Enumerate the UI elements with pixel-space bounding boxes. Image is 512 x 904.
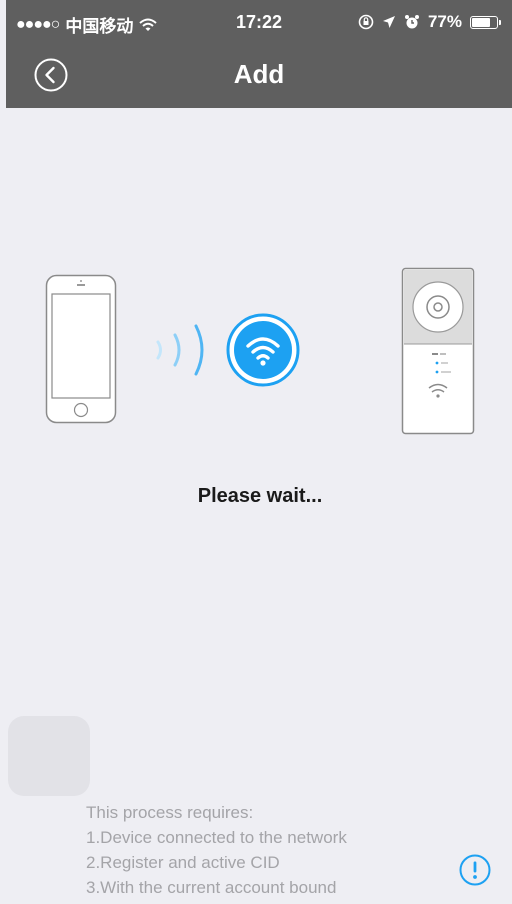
status-right: 77% [358, 12, 501, 32]
assistive-touch-button[interactable] [8, 716, 90, 796]
requirements-notes: This process requires: 1.Device connecte… [86, 800, 347, 900]
add-device-screen: ●●●●○ 中国移动 17:22 77% Add Please wait... … [0, 0, 512, 904]
notes-heading: This process requires: [86, 803, 254, 822]
status-message: Please wait... [197, 485, 323, 507]
camera-device-icon [401, 267, 475, 435]
location-icon [382, 16, 395, 28]
smartphone-icon [45, 274, 117, 424]
notes-item: 3.With the current account bound [86, 878, 337, 897]
wifi-icon [226, 313, 300, 387]
signal-waves-icon [156, 324, 204, 376]
page-title: Add [233, 59, 285, 89]
info-icon[interactable] [459, 854, 491, 886]
battery-fill [472, 17, 490, 27]
nav-bar: Add [6, 44, 512, 108]
alarm-icon [404, 15, 419, 29]
orientation-lock-icon [358, 14, 374, 30]
battery-percent: 77% [427, 12, 462, 31]
notes-item: 2.Register and active CID [86, 853, 280, 872]
status-bar: ●●●●○ 中国移动 17:22 77% [6, 0, 512, 44]
battery-icon [470, 15, 501, 29]
header: ●●●●○ 中国移动 17:22 77% Add [6, 0, 512, 108]
notes-item: 1.Device connected to the network [86, 828, 347, 847]
